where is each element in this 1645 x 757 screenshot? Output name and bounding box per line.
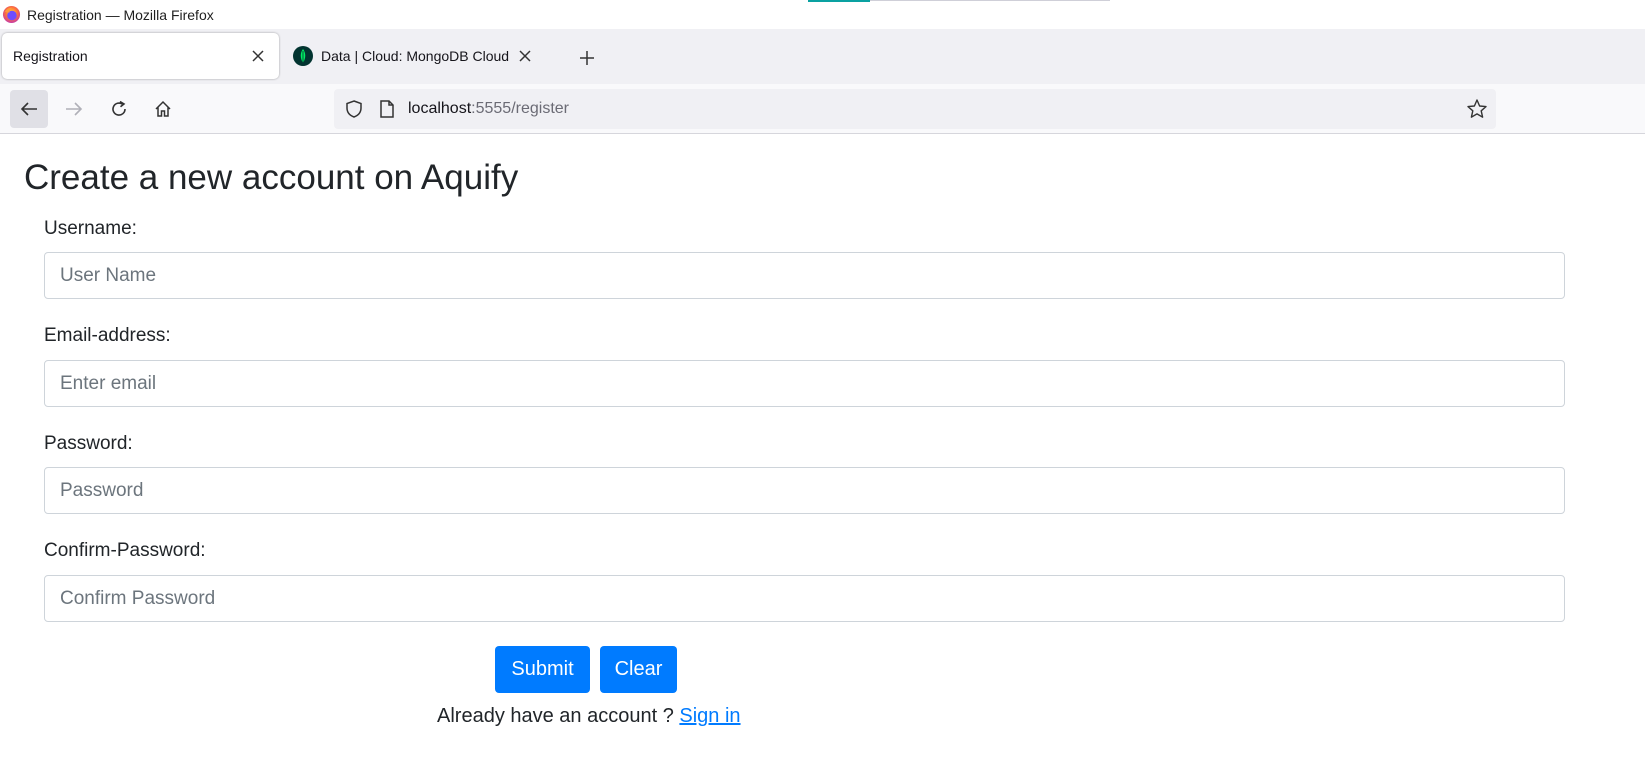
email-label: Email-address: bbox=[44, 325, 171, 346]
window-title: Registration — Mozilla Firefox bbox=[27, 6, 214, 23]
window-titlebar: Registration — Mozilla Firefox bbox=[0, 0, 1645, 29]
reload-button[interactable] bbox=[100, 90, 138, 128]
home-button[interactable] bbox=[144, 90, 182, 128]
tab-registration[interactable]: Registration bbox=[2, 33, 279, 79]
clear-button[interactable]: Clear bbox=[600, 646, 677, 693]
new-tab-button[interactable] bbox=[574, 45, 600, 71]
confirm-password-input[interactable] bbox=[44, 575, 1565, 622]
plus-icon bbox=[580, 51, 594, 65]
page-info-icon[interactable] bbox=[378, 99, 396, 119]
page-title: Create a new account on Aquify bbox=[24, 158, 519, 197]
arrow-right-icon bbox=[66, 102, 83, 116]
url-path: :5555/register bbox=[471, 100, 569, 117]
mongodb-leaf-icon bbox=[293, 46, 313, 66]
signin-prompt: Already have an account ? Sign in bbox=[437, 705, 741, 728]
tab-mongodb[interactable]: Data | Cloud: MongoDB Cloud bbox=[285, 33, 555, 79]
password-input[interactable] bbox=[44, 467, 1565, 514]
titlebar-accent bbox=[808, 0, 870, 2]
password-label: Password: bbox=[44, 433, 133, 454]
tab-label: Registration bbox=[13, 48, 88, 64]
username-label: Username: bbox=[44, 218, 137, 239]
signin-link[interactable]: Sign in bbox=[679, 705, 740, 727]
close-tab-icon[interactable] bbox=[513, 44, 537, 68]
page-content: Create a new account on Aquify Username:… bbox=[0, 135, 1645, 757]
titlebar-divider bbox=[870, 0, 1110, 1]
arrow-left-icon bbox=[20, 102, 37, 116]
reload-icon bbox=[112, 100, 126, 116]
address-bar[interactable]: localhost:5555/register bbox=[334, 89, 1496, 129]
url-text[interactable]: localhost:5555/register bbox=[408, 100, 569, 118]
tab-strip: Registration Data | Cloud: MongoDB Cloud bbox=[0, 29, 1645, 84]
tab-label: Data | Cloud: MongoDB Cloud bbox=[321, 48, 510, 64]
home-icon bbox=[155, 100, 171, 117]
back-button[interactable] bbox=[10, 90, 48, 128]
bookmark-star-icon[interactable] bbox=[1466, 98, 1488, 120]
firefox-logo-icon bbox=[2, 5, 21, 24]
username-input[interactable] bbox=[44, 252, 1565, 299]
email-input[interactable] bbox=[44, 360, 1565, 407]
tracking-protection-shield-icon[interactable] bbox=[344, 99, 364, 119]
forward-button[interactable] bbox=[55, 90, 93, 128]
navigation-toolbar: localhost:5555/register bbox=[0, 84, 1645, 134]
submit-button[interactable]: Submit bbox=[495, 646, 590, 693]
confirm-password-label: Confirm-Password: bbox=[44, 540, 206, 561]
close-tab-icon[interactable] bbox=[246, 44, 270, 68]
url-host: localhost bbox=[408, 100, 472, 117]
signin-prompt-text: Already have an account ? bbox=[437, 705, 680, 727]
